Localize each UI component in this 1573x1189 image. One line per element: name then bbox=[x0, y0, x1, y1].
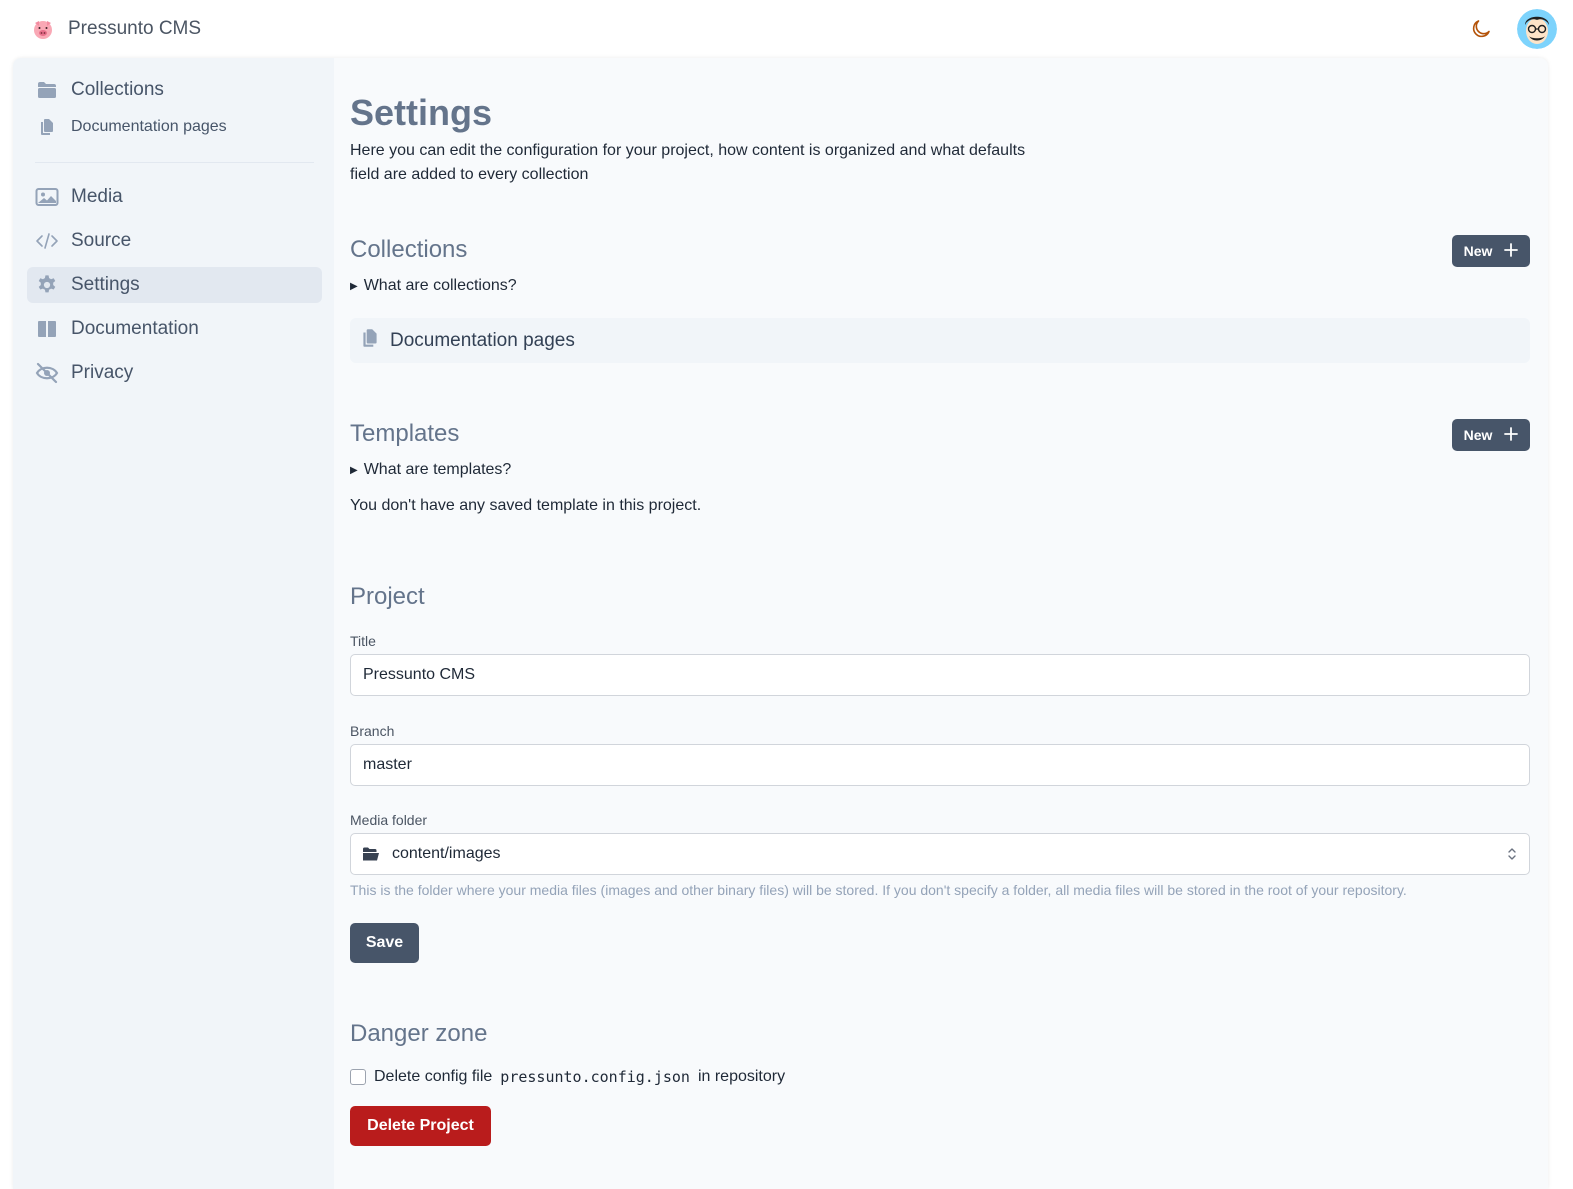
danger-zone-heading: Danger zone bbox=[350, 1020, 488, 1047]
delete-config-option: Delete config file pressunto.config.json… bbox=[350, 1068, 785, 1086]
sidebar-item-label: Source bbox=[71, 230, 132, 251]
image-icon bbox=[35, 185, 59, 209]
folder-open-icon bbox=[361, 844, 381, 864]
gear-icon bbox=[35, 273, 59, 297]
app-name: Pressunto CMS bbox=[68, 18, 202, 39]
media-folder-select[interactable]: content/images bbox=[350, 833, 1530, 875]
delete-config-checkbox[interactable] bbox=[350, 1069, 366, 1085]
triangle-right-icon: ▶ bbox=[350, 464, 358, 476]
media-folder-label: Media folder bbox=[350, 812, 428, 828]
media-folder-help: This is the folder where your media file… bbox=[350, 882, 1407, 898]
chevron-up-down-icon bbox=[1505, 844, 1519, 864]
collection-row-documentation-pages[interactable]: Documentation pages bbox=[350, 318, 1530, 363]
branch-label: Branch bbox=[350, 723, 395, 739]
templates-help-toggle[interactable]: ▶ What are templates? bbox=[350, 461, 511, 479]
collections-help-toggle[interactable]: ▶ What are collections? bbox=[350, 277, 517, 295]
media-folder-value: content/images bbox=[392, 845, 501, 862]
sidebar-item-label: Documentation bbox=[71, 318, 199, 339]
sidebar-item-source[interactable]: Source bbox=[27, 223, 322, 259]
sidebar-item-label: Media bbox=[71, 186, 123, 207]
plus-icon bbox=[1504, 426, 1519, 444]
collections-heading: Collections bbox=[350, 236, 468, 263]
delete-project-button[interactable]: Delete Project bbox=[350, 1106, 491, 1146]
moon-icon[interactable] bbox=[1467, 15, 1495, 43]
page-description: Here you can edit the configuration for … bbox=[350, 142, 1026, 183]
sidebar-item-media[interactable]: Media bbox=[27, 179, 322, 215]
folder-icon bbox=[35, 78, 59, 102]
sidebar-divider bbox=[35, 162, 314, 163]
sidebar-item-label: Documentation pages bbox=[71, 118, 227, 135]
templates-help-label: What are templates? bbox=[363, 461, 512, 478]
branch-input[interactable] bbox=[350, 744, 1530, 786]
templates-empty-message: You don't have any saved template in thi… bbox=[350, 497, 702, 514]
book-icon bbox=[35, 317, 59, 341]
new-button-label: New bbox=[1463, 427, 1493, 443]
eye-slash-icon bbox=[35, 361, 59, 385]
collection-label: Documentation pages bbox=[390, 329, 575, 351]
title-label: Title bbox=[350, 633, 376, 649]
app-shell: Collections Documentation pages Media So… bbox=[13, 58, 1548, 1189]
save-button[interactable]: Save bbox=[350, 923, 419, 963]
sidebar-item-label: Settings bbox=[71, 274, 140, 295]
sidebar-item-privacy[interactable]: Privacy bbox=[27, 355, 322, 391]
avatar[interactable] bbox=[1517, 9, 1557, 49]
new-template-button[interactable]: New bbox=[1452, 419, 1530, 451]
triangle-right-icon: ▶ bbox=[350, 280, 358, 292]
code-icon bbox=[35, 229, 59, 253]
brand[interactable]: Pressunto CMS bbox=[30, 16, 201, 42]
config-filename: pressunto.config.json bbox=[500, 1068, 690, 1086]
title-input[interactable] bbox=[350, 654, 1530, 696]
top-bar: Pressunto CMS bbox=[0, 0, 1573, 58]
project-heading: Project bbox=[350, 583, 425, 610]
templates-heading: Templates bbox=[350, 420, 460, 447]
new-button-label: New bbox=[1463, 243, 1493, 259]
files-icon bbox=[35, 115, 59, 139]
files-icon bbox=[360, 327, 380, 354]
pig-logo-icon bbox=[30, 16, 56, 42]
new-collection-button[interactable]: New bbox=[1452, 235, 1530, 267]
sidebar-item-settings[interactable]: Settings bbox=[27, 267, 322, 303]
delete-config-label: Delete config file bbox=[374, 1068, 493, 1085]
plus-icon bbox=[1504, 242, 1519, 260]
collections-help-label: What are collections? bbox=[363, 277, 517, 294]
page-title: Settings bbox=[350, 92, 493, 133]
sidebar-item-documentation[interactable]: Documentation bbox=[27, 311, 322, 347]
sidebar-item-label: Privacy bbox=[71, 362, 134, 383]
sidebar-item-collections[interactable]: Collections bbox=[27, 72, 322, 108]
sidebar: Collections Documentation pages Media So… bbox=[13, 58, 334, 1189]
main-content: Settings Here you can edit the configura… bbox=[350, 58, 1530, 1189]
sidebar-item-label: Collections bbox=[71, 79, 164, 100]
delete-config-suffix: in repository bbox=[697, 1068, 786, 1085]
sidebar-item-documentation-pages[interactable]: Documentation pages bbox=[27, 108, 322, 146]
